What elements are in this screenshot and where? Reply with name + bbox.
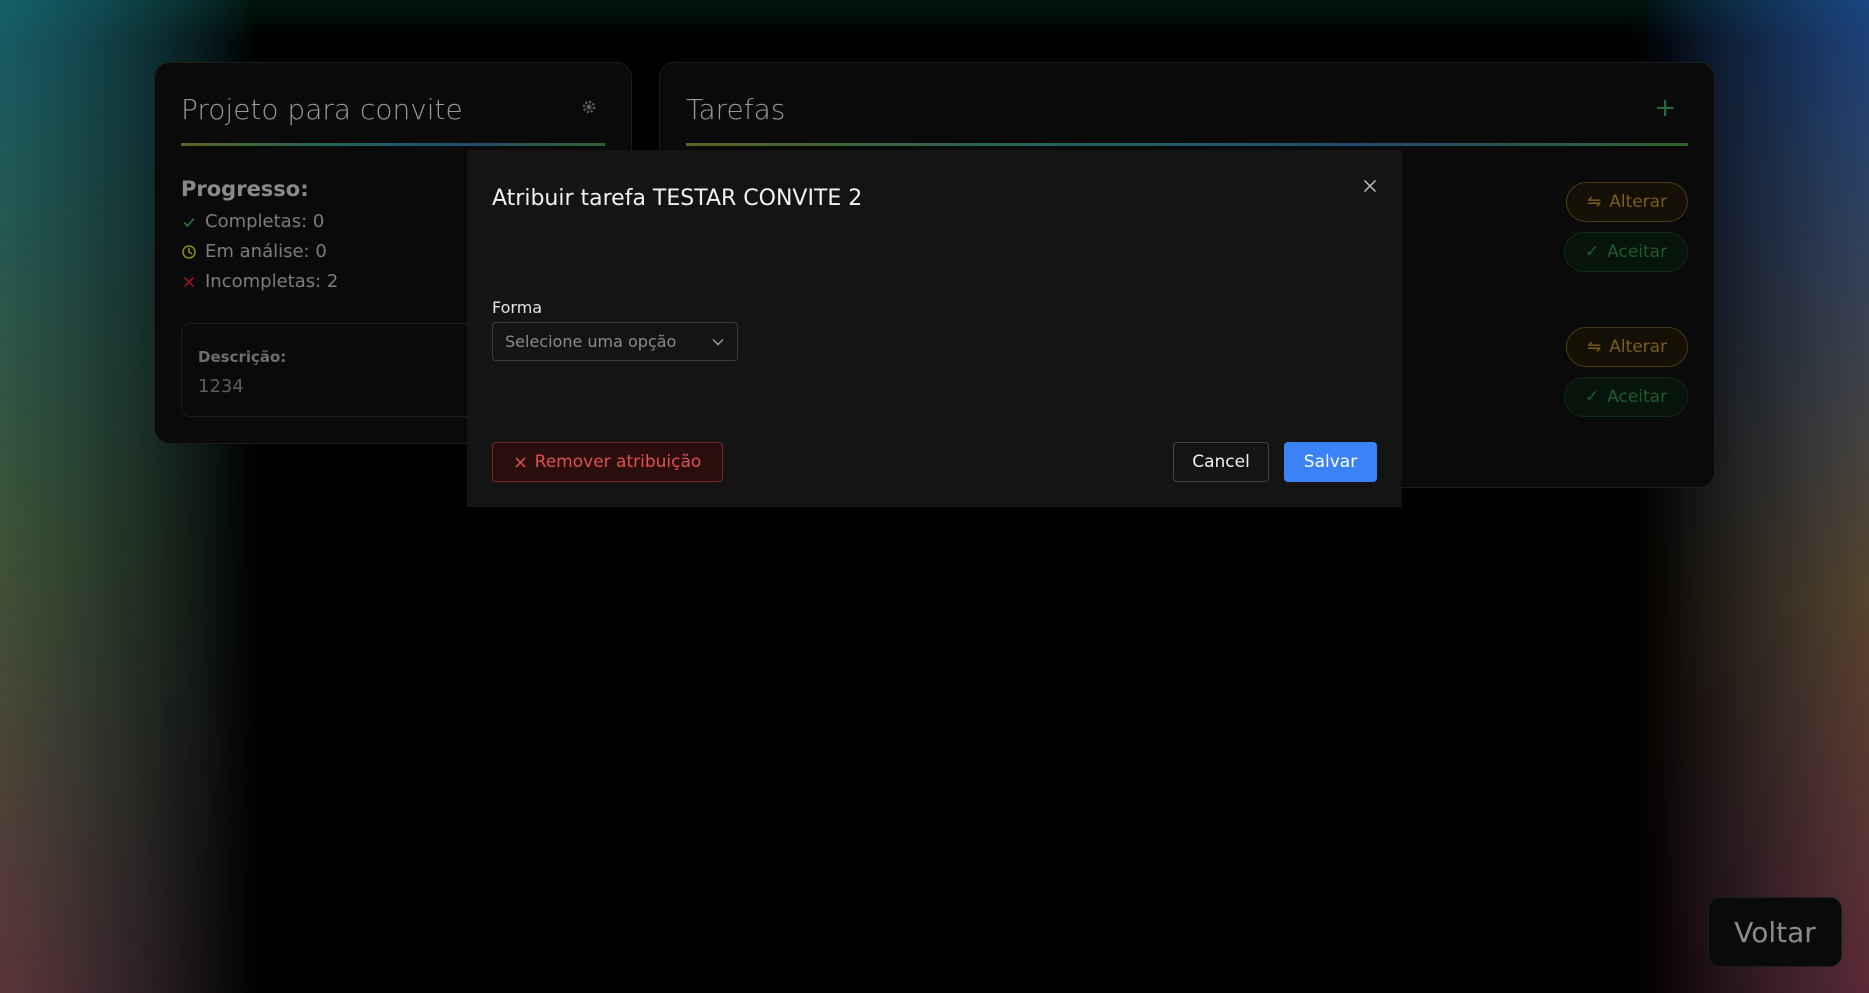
check-icon: ✓ [1584,242,1600,262]
save-button[interactable]: Salvar [1284,442,1377,482]
add-task-button[interactable]: + [1654,93,1676,123]
back-button[interactable]: Voltar [1708,897,1842,967]
assign-task-modal: Atribuir tarefa TESTAR CONVITE 2 Forma S… [467,150,1402,507]
select-placeholder: Selecione uma opção [505,332,677,351]
progress-label: Progresso: [181,177,309,201]
stat-incomplete-text: Incompletas: 2 [205,271,339,292]
accept-button-label: Aceitar [1607,387,1668,407]
remove-assignment-button[interactable]: Remover atribuição [492,442,723,482]
form-select[interactable]: Selecione uma opção [492,322,738,361]
close-icon [515,456,526,468]
accept-button-label: Aceitar [1607,242,1668,262]
modal-title: Atribuir tarefa TESTAR CONVITE 2 [492,186,863,211]
change-button-label: Alterar [1609,337,1668,357]
check-icon [183,217,195,227]
stat-in-review-text: Em análise: 0 [205,241,327,262]
cross-icon [183,276,195,287]
accept-button[interactable]: ✓ Aceitar [1564,377,1688,417]
form-field-label: Forma [492,298,543,317]
change-button[interactable]: ⇋ Alterar [1566,327,1688,367]
change-button-label: Alterar [1609,192,1668,212]
swap-icon: ⇋ [1586,337,1602,357]
change-button[interactable]: ⇋ Alterar [1566,182,1688,222]
stat-completed-text: Completas: 0 [205,211,325,232]
project-title: Projeto para convite [181,93,463,126]
title-divider [686,143,1688,146]
description-value: 1234 [198,376,244,397]
cancel-button[interactable]: Cancel [1173,442,1269,482]
tasks-title: Tarefas [686,93,786,126]
check-icon: ✓ [1584,387,1600,407]
stat-completed: Completas: 0 [181,211,324,232]
stat-incomplete: Incompletas: 2 [181,271,338,292]
description-label: Descrição: [198,348,287,366]
stat-in-review: Em análise: 0 [181,241,327,262]
remove-assignment-label: Remover atribuição [534,452,702,472]
clock-icon [182,244,196,259]
chevron-down-icon [712,338,724,345]
title-divider [181,143,605,146]
accept-button[interactable]: ✓ Aceitar [1564,232,1688,272]
gear-icon[interactable] [581,99,597,115]
close-icon[interactable] [1362,178,1378,194]
swap-icon: ⇋ [1586,192,1602,212]
